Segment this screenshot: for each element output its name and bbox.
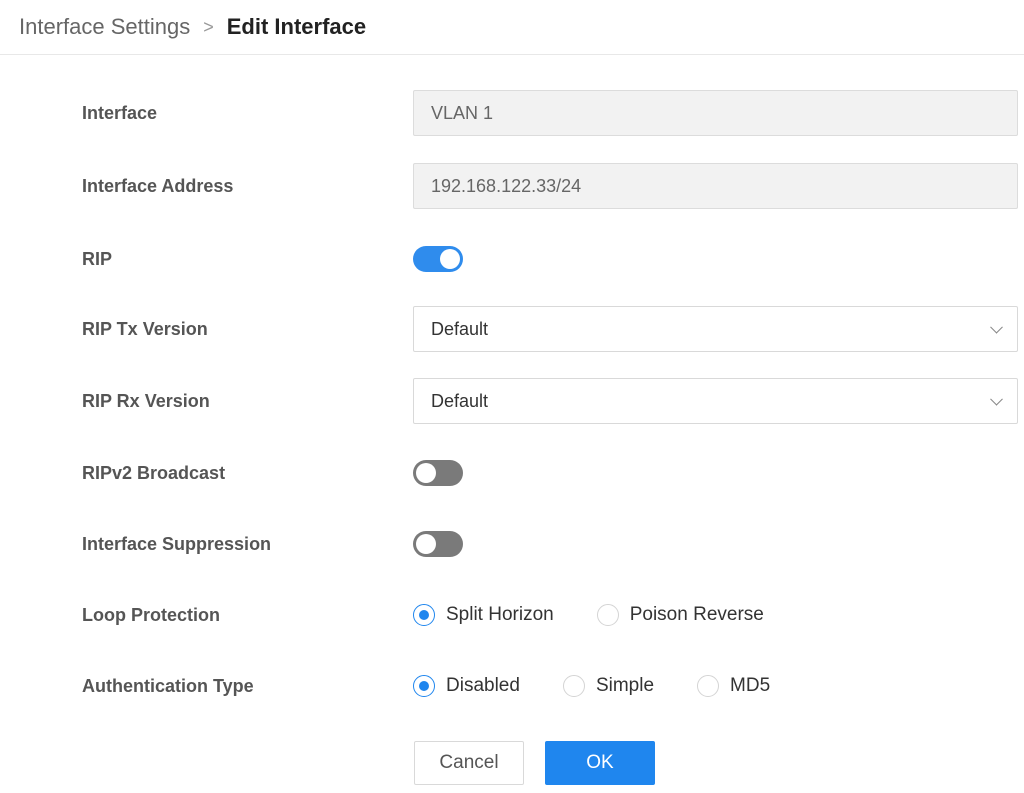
loop-protection-radio-group: Split Horizon Poison Reverse	[413, 592, 764, 638]
interface-address-field: 192.168.122.33/24	[413, 163, 1018, 209]
radio-disabled[interactable]: Disabled	[413, 675, 520, 697]
form-row-rip-rx-version: RIP Rx Version Default	[0, 378, 1024, 424]
form-row-authentication-type: Authentication Type Disabled Simple MD5	[0, 663, 1024, 709]
radio-label: MD5	[730, 675, 771, 696]
interface-suppression-toggle[interactable]	[413, 531, 463, 557]
radio-split-horizon[interactable]: Split Horizon	[413, 604, 554, 626]
radio-simple[interactable]: Simple	[562, 675, 655, 697]
ok-button[interactable]: OK	[545, 741, 655, 785]
cancel-button[interactable]: Cancel	[414, 741, 524, 785]
form-row-ripv2-broadcast: RIPv2 Broadcast	[0, 450, 1024, 496]
radio-label: Disabled	[446, 675, 520, 696]
toggle-knob	[416, 534, 436, 554]
form-row-interface-address: Interface Address 192.168.122.33/24	[0, 163, 1024, 209]
form-row-interface-suppression: Interface Suppression	[0, 521, 1024, 567]
breadcrumb: Interface Settings > Edit Interface	[0, 0, 1024, 55]
rip-rx-version-value: Default	[431, 390, 489, 411]
ripv2-broadcast-label: RIPv2 Broadcast	[82, 462, 226, 483]
rip-toggle[interactable]	[413, 246, 463, 272]
interface-address-label: Interface Address	[82, 175, 234, 196]
radio-circle[interactable]	[562, 675, 585, 697]
chevron-right-icon: >	[203, 16, 214, 37]
chevron-down-icon	[990, 320, 1003, 334]
breadcrumb-parent-link[interactable]: Interface Settings	[19, 14, 190, 40]
toggle-knob	[416, 463, 436, 483]
radio-poison-reverse[interactable]: Poison Reverse	[596, 604, 764, 626]
form-row-rip-tx-version: RIP Tx Version Default	[0, 306, 1024, 352]
form-row-rip: RIP	[0, 236, 1024, 282]
loop-protection-label: Loop Protection	[82, 604, 220, 625]
radio-label: Split Horizon	[446, 604, 554, 625]
toggle-knob	[440, 249, 460, 269]
radio-circle[interactable]	[413, 604, 435, 626]
rip-label: RIP	[82, 248, 113, 269]
form-row-interface: Interface VLAN 1	[0, 90, 1024, 136]
form-row-loop-protection: Loop Protection Split Horizon Poison Rev…	[0, 592, 1024, 638]
rip-tx-version-select[interactable]: Default	[413, 306, 1018, 352]
radio-circle[interactable]	[413, 675, 435, 697]
chevron-down-icon	[990, 392, 1003, 406]
interface-field: VLAN 1	[413, 90, 1018, 136]
interface-label: Interface	[82, 102, 158, 123]
page-title: Edit Interface	[226, 14, 367, 39]
authentication-type-radio-group: Disabled Simple MD5	[413, 663, 770, 709]
rip-tx-version-label: RIP Tx Version	[82, 318, 208, 339]
authentication-type-label: Authentication Type	[82, 675, 254, 696]
interface-suppression-label: Interface Suppression	[82, 533, 272, 554]
radio-label: Poison Reverse	[629, 604, 764, 625]
rip-rx-version-label: RIP Rx Version	[82, 390, 210, 411]
radio-circle[interactable]	[596, 604, 619, 626]
rip-tx-version-value: Default	[431, 318, 489, 339]
radio-label: Simple	[595, 675, 655, 696]
rip-rx-version-select[interactable]: Default	[413, 378, 1018, 424]
radio-circle[interactable]	[697, 675, 720, 697]
ripv2-broadcast-toggle[interactable]	[413, 460, 463, 486]
radio-md5[interactable]: MD5	[697, 675, 770, 697]
